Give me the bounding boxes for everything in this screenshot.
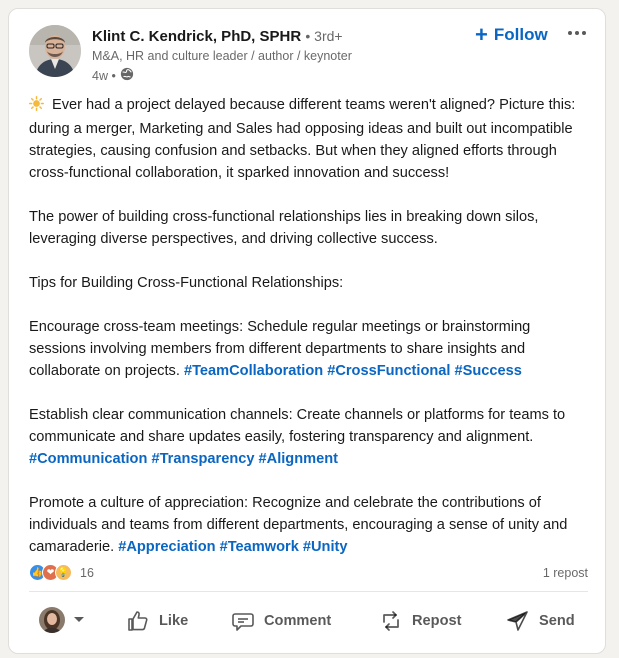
- hashtag-link[interactable]: #Teamwork: [220, 539, 299, 555]
- send-icon: [506, 609, 530, 633]
- reaction-identity-selector[interactable]: [39, 607, 85, 633]
- action-bar: Like Comment Repost Send: [9, 599, 605, 643]
- divider: [29, 591, 588, 592]
- author-avatar[interactable]: [29, 25, 81, 77]
- thumbs-up-icon: [126, 609, 150, 633]
- author-headline: M&A, HR and culture leader / author / ke…: [92, 49, 352, 63]
- reactions-summary[interactable]: 👍 ❤ 💡 16: [29, 564, 94, 581]
- like-button[interactable]: Like: [126, 603, 188, 639]
- post-text-p5: Establish clear communication channels: …: [29, 407, 566, 445]
- globe-icon: [120, 67, 134, 84]
- more-horizontal-icon[interactable]: [564, 23, 590, 43]
- like-label: Like: [159, 613, 189, 629]
- reaction-count[interactable]: 16: [80, 566, 94, 580]
- repost-icon: [379, 609, 403, 633]
- hashtag-link[interactable]: #Appreciation: [118, 539, 215, 555]
- post-paragraph: Encourage cross-team meetings: Schedule …: [29, 316, 585, 382]
- comment-label: Comment: [264, 613, 332, 629]
- post-text-p2: The power of building cross-functional r…: [29, 209, 539, 247]
- post-meta: 4w •: [92, 67, 134, 84]
- send-button[interactable]: Send: [506, 603, 575, 639]
- post-paragraph: Ever had a project delayed because diffe…: [29, 94, 585, 184]
- repost-button[interactable]: Repost: [379, 603, 461, 639]
- post-text-p6: Promote a culture of appreciation: Recog…: [29, 495, 568, 555]
- post-body: Ever had a project delayed because diffe…: [29, 94, 585, 580]
- post-text-p3: Tips for Building Cross-Functional Relat…: [29, 275, 344, 291]
- post-paragraph: Establish clear communication channels: …: [29, 404, 585, 470]
- comment-icon: [231, 609, 255, 633]
- viewer-avatar: [39, 607, 65, 633]
- hashtag-link[interactable]: #Unity: [303, 539, 348, 555]
- hashtag-link[interactable]: #CrossFunctional: [327, 363, 450, 379]
- sun-emoji-icon: [29, 96, 46, 118]
- send-label: Send: [539, 613, 575, 629]
- post-time: 4w •: [92, 68, 116, 83]
- hashtag-link[interactable]: #Communication: [29, 451, 147, 467]
- follow-label: Follow: [493, 25, 548, 44]
- hashtag-link[interactable]: #Success: [455, 363, 522, 379]
- hashtag-link[interactable]: #TeamCollaboration: [184, 363, 323, 379]
- plus-icon: +: [475, 22, 488, 47]
- repost-label: Repost: [412, 613, 462, 629]
- comment-button[interactable]: Comment: [231, 603, 331, 639]
- post-paragraph: Promote a culture of appreciation: Recog…: [29, 492, 585, 558]
- caret-down-icon: [73, 611, 85, 629]
- insightful-reaction-icon: 💡: [55, 564, 72, 581]
- author-name-line[interactable]: Klint C. Kendrick, PhD, SPHR • 3rd+: [92, 28, 343, 45]
- author-name[interactable]: Klint C. Kendrick, PhD, SPHR: [92, 28, 301, 45]
- post-text-p1: Ever had a project delayed because diffe…: [29, 97, 576, 181]
- connection-degree: • 3rd+: [305, 28, 343, 44]
- reaction-icons: 👍 ❤ 💡: [29, 564, 72, 581]
- repost-count[interactable]: 1 repost: [543, 566, 588, 580]
- follow-button[interactable]: + Follow: [469, 21, 554, 49]
- post-card: Klint C. Kendrick, PhD, SPHR • 3rd+ M&A,…: [8, 8, 606, 654]
- hashtag-link[interactable]: #Alignment: [259, 451, 338, 467]
- hashtag-link[interactable]: #Transparency: [151, 451, 254, 467]
